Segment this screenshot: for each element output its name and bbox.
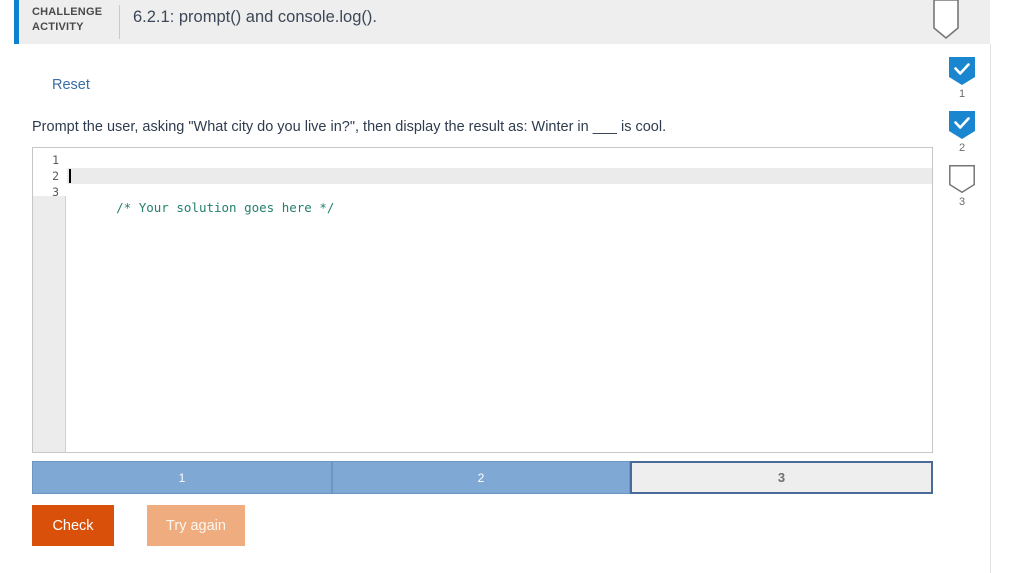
check-bookmark-icon [949, 57, 975, 85]
reset-link[interactable]: Reset [52, 77, 90, 93]
bookmark-outline-icon [949, 165, 975, 194]
text-caret [69, 169, 71, 183]
rail-item-3[interactable]: 3 [944, 164, 980, 209]
line-number: 1 [52, 153, 59, 167]
step-progress-bar: 1 2 3 [32, 461, 933, 494]
rail-item-2[interactable]: 2 [944, 110, 980, 155]
progress-segment-2[interactable]: 2 [332, 461, 630, 494]
kicker-line-2: ACTIVITY [32, 21, 84, 33]
line-number: 3 [52, 185, 59, 199]
challenge-activity-kicker: CHALLENGE ACTIVITY [32, 5, 112, 35]
rail-item-3-number: 3 [958, 196, 966, 208]
kicker-line-1: CHALLENGE [32, 6, 103, 18]
header-accent-bar [14, 0, 19, 44]
rail-item-2-number: 2 [958, 142, 966, 154]
rail-item-1[interactable]: 1 [944, 56, 980, 101]
code-line-active[interactable]: /* Your solution goes here */ [67, 168, 932, 215]
check-button[interactable]: Check [32, 505, 114, 546]
header-bookmark-icon[interactable] [931, 0, 961, 47]
code-editor[interactable]: 1 2 3 /* Your solution goes here */ [32, 147, 933, 453]
challenge-activity-header: CHALLENGE ACTIVITY 6.2.1: prompt() and c… [14, 0, 990, 44]
progress-segment-1-label: 1 [178, 470, 186, 485]
progress-segment-3[interactable]: 3 [630, 461, 933, 494]
progress-segment-3-label: 3 [777, 470, 786, 485]
progress-segment-1[interactable]: 1 [32, 461, 332, 494]
activity-progress-rail: 1 2 3 [944, 56, 980, 218]
instruction-text: Prompt the user, asking "What city do yo… [32, 119, 667, 135]
line-number: 2 [52, 169, 59, 183]
code-line[interactable] [67, 184, 932, 200]
editor-code-area[interactable]: /* Your solution goes here */ [67, 148, 932, 452]
rail-item-1-number: 1 [958, 88, 966, 100]
header-divider [119, 5, 120, 39]
code-line-text: /* Your solution goes here */ [116, 200, 335, 215]
editor-line-numbers: 1 2 3 [33, 152, 59, 200]
code-line[interactable] [67, 152, 932, 168]
rail-separator-line [990, 44, 991, 573]
page-title: 6.2.1: prompt() and console.log(). [133, 8, 377, 26]
check-bookmark-icon [949, 111, 975, 139]
progress-segment-2-label: 2 [477, 470, 485, 485]
try-again-button[interactable]: Try again [147, 505, 245, 546]
